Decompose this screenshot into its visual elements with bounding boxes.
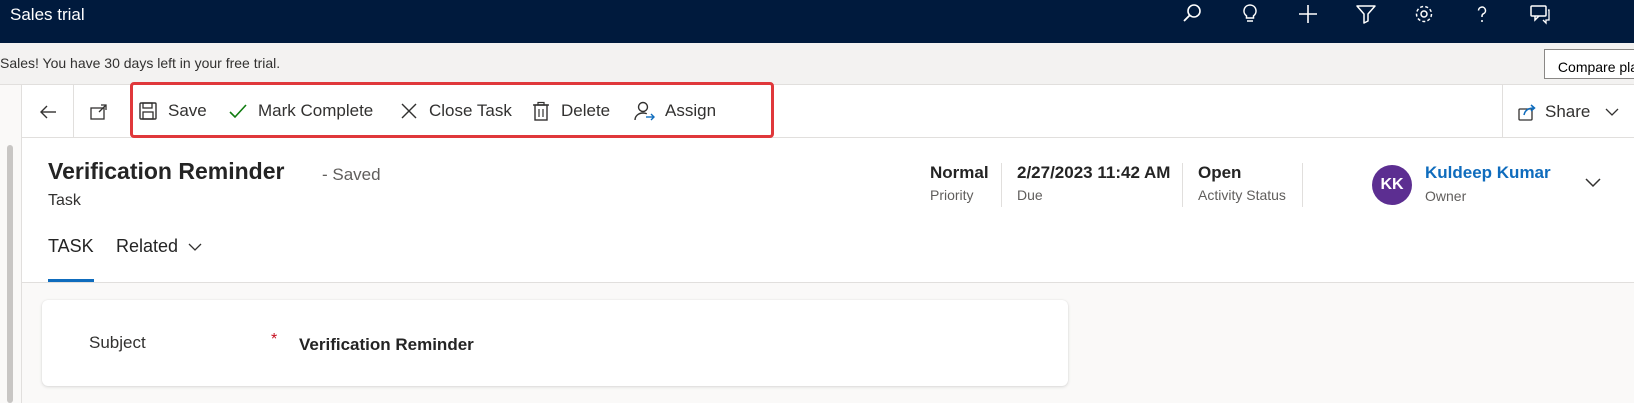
trial-message: Sales! You have 30 days left in your fre… [0,55,281,71]
trash-icon [529,99,553,123]
back-button[interactable] [22,85,74,138]
share-icon [1517,102,1537,122]
save-button[interactable]: Save [136,95,207,127]
filter-icon[interactable] [1346,0,1386,28]
save-status: - Saved [322,165,381,184]
search-icon[interactable] [1172,0,1212,28]
delete-button[interactable]: Delete [529,95,610,127]
assign-person-icon [633,99,657,123]
chevron-down-icon [1604,104,1620,120]
status-value: Open [1198,163,1242,182]
due-value: 2/27/2023 11:42 AM [1017,163,1171,182]
settings-icon[interactable] [1404,0,1444,28]
owner-link[interactable]: Kuldeep Kumar [1425,163,1551,183]
scrollbar[interactable] [7,145,13,403]
priority-value: Normal [930,163,989,182]
owner-label: Owner [1425,188,1467,204]
trial-banner: Sales! You have 30 days left in your fre… [0,43,1634,85]
due-label: Due [1017,187,1043,203]
command-bar: Save Mark Complete Close Task Delete Ass… [22,82,1634,138]
assign-label: Assign [665,101,717,120]
share-label: Share [1545,101,1591,121]
top-bar: Sales trial [0,0,1634,43]
form-section: Subject * Verification Reminder [42,300,1068,386]
subject-field[interactable]: Verification Reminder [299,335,474,355]
close-task-label: Close Task [429,101,512,120]
open-new-window-button[interactable] [74,85,124,138]
tab-related[interactable]: Related [116,236,202,257]
save-label: Save [168,101,207,120]
divider [1302,163,1303,207]
status-label: Activity Status [1198,187,1286,203]
record-title: Verification Reminder [48,158,285,184]
entity-type: Task [48,192,81,209]
chat-icon[interactable] [1520,0,1560,28]
avatar: KK [1372,165,1412,205]
divider [1182,163,1183,207]
due-field[interactable]: 2/27/2023 11:42 AM Due [1017,163,1170,203]
mark-complete-button[interactable]: Mark Complete [226,95,373,127]
selected-tab-indicator [48,279,94,282]
checkmark-icon [226,99,250,123]
help-icon[interactable] [1462,0,1502,28]
compare-plans-button[interactable]: Compare pla [1544,49,1634,79]
left-rail [0,85,22,403]
chevron-down-icon [1585,178,1601,188]
share-button[interactable]: Share [1502,85,1634,138]
subject-label: Subject [89,333,146,352]
required-indicator: * [271,331,278,348]
priority-label: Priority [930,187,974,203]
app-title[interactable]: Sales trial [10,5,85,25]
chevron-down-icon [188,240,202,254]
priority-field[interactable]: Normal Priority [930,163,989,203]
add-icon[interactable] [1288,0,1328,28]
close-icon [397,99,421,123]
activity-status-field[interactable]: Open Activity Status [1198,163,1286,203]
divider [1001,163,1002,207]
tab-task[interactable]: TASK [48,236,94,257]
assign-button[interactable]: Assign [633,95,716,127]
back-arrow-icon [39,105,56,118]
mark-complete-label: Mark Complete [258,101,374,120]
lightbulb-icon[interactable] [1230,0,1270,28]
record-header: Verification Reminder - Saved Task Norma… [22,138,1634,283]
expand-header-button[interactable] [1579,168,1607,196]
close-task-button[interactable]: Close Task [397,95,512,127]
open-in-new-window-icon [90,103,107,120]
delete-label: Delete [561,101,611,120]
tab-related-label: Related [116,236,179,256]
save-icon [136,99,160,123]
